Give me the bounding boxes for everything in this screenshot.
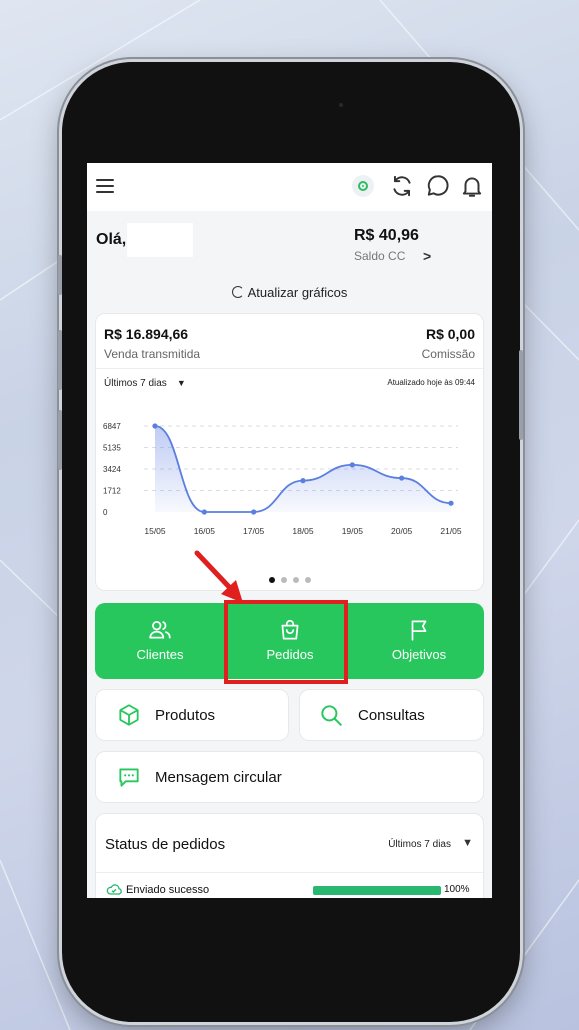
carousel-dot[interactable] [292, 577, 299, 583]
greeting: Olá, [96, 231, 127, 248]
commission-value: R$ 0,00 [425, 326, 475, 342]
bell-icon[interactable] [459, 173, 485, 199]
objetivos-button[interactable]: Objetivos [354, 603, 484, 679]
box-icon [119, 704, 139, 726]
produtos-button[interactable]: Produtos [95, 689, 289, 741]
produtos-label: Produtos [155, 707, 216, 724]
x-tick-label: 18/05 [292, 526, 314, 536]
consultas-button[interactable]: Consultas [299, 689, 484, 741]
order-status-period[interactable]: Últimos 7 dias [388, 839, 451, 850]
menu-icon[interactable] [96, 177, 118, 195]
order-status-card: Status de pedidos Últimos 7 dias ▼ Envia… [95, 813, 484, 898]
message-icon [119, 768, 139, 787]
phone-power-button [519, 350, 523, 440]
user-name-redacted [127, 223, 193, 257]
sales-label: Venda transmitida [104, 347, 201, 361]
y-tick-label: 0 [103, 508, 108, 517]
carousel-dot[interactable] [268, 577, 275, 583]
balance-label[interactable]: Saldo CC [354, 249, 405, 263]
refresh-charts-button[interactable]: Atualizar gráficos [87, 285, 492, 300]
divider [96, 368, 483, 369]
location-icon[interactable] [352, 175, 374, 197]
carousel-dot[interactable] [304, 577, 311, 583]
status-row-value: 100% [444, 884, 470, 895]
order-status-title: Status de pedidos [105, 836, 226, 853]
camera-dot [339, 103, 343, 107]
pedidos-highlight-box [224, 600, 348, 684]
users-icon [149, 621, 171, 639]
chart-point [448, 500, 454, 506]
sales-value: R$ 16.894,66 [104, 326, 189, 342]
sync-icon[interactable] [389, 173, 415, 199]
balance-chevron-icon[interactable]: > [423, 248, 431, 264]
flag-icon [411, 620, 427, 641]
balance-value: R$ 40,96 [354, 227, 419, 244]
x-tick-label: 16/05 [194, 526, 216, 536]
chart-point [399, 475, 405, 481]
y-tick-label: 6847 [103, 422, 121, 431]
objetivos-label: Objetivos [391, 647, 447, 662]
sales-chart: 6847 5135 3424 1712 0 15/05 16/05 17/05 18/05 19/… [103, 422, 462, 536]
x-tick-label: 19/05 [342, 526, 364, 536]
chart-point [152, 423, 158, 429]
clientes-button[interactable]: Clientes [95, 603, 225, 679]
y-tick-label: 5135 [103, 444, 121, 453]
status-row-label: Enviado sucesso [126, 884, 210, 896]
refresh-label: Atualizar gráficos [247, 285, 348, 300]
chevron-down-icon[interactable]: ▼ [462, 837, 473, 849]
chart-point [201, 509, 207, 515]
x-tick-label: 21/05 [440, 526, 462, 536]
period-label: Últimos 7 dias [104, 378, 167, 389]
phone-side-button [58, 255, 62, 295]
mensagem-circular-label: Mensagem circular [155, 769, 282, 786]
top-bar [87, 163, 492, 211]
y-tick-label: 1712 [103, 487, 121, 496]
sales-card: R$ 16.894,66 Venda transmitida R$ 0,00 C… [95, 313, 484, 591]
chevron-down-icon: ▼ [176, 378, 186, 388]
phone-volume-up [58, 330, 62, 390]
status-progress-bar [313, 886, 441, 895]
chart-point [349, 462, 355, 468]
chart-area [155, 426, 451, 512]
carousel-dots [96, 570, 483, 588]
carousel-dot[interactable] [280, 577, 287, 583]
app-screen: Olá, R$ 40,96 Saldo CC > Atualizar gráfi… [87, 163, 492, 898]
x-tick-label: 15/05 [144, 526, 166, 536]
updated-timestamp: Atualizado hoje às 09:44 [387, 378, 475, 387]
chat-icon[interactable] [425, 173, 451, 199]
divider [96, 872, 483, 873]
search-icon [321, 705, 342, 726]
consultas-label: Consultas [358, 707, 425, 724]
phone-volume-down [58, 410, 62, 470]
commission-label: Comissão [421, 347, 475, 361]
mensagem-circular-button[interactable]: Mensagem circular [95, 751, 484, 803]
chart-point [251, 509, 257, 515]
refresh-icon [231, 286, 244, 298]
clientes-label: Clientes [136, 647, 184, 662]
chart-point [300, 477, 306, 484]
x-tick-label: 20/05 [391, 526, 413, 536]
y-tick-label: 3424 [103, 465, 121, 474]
period-selector[interactable]: Últimos 7 dias ▼ [104, 378, 186, 389]
check-cloud-icon [106, 884, 122, 895]
x-tick-label: 17/05 [243, 526, 265, 536]
